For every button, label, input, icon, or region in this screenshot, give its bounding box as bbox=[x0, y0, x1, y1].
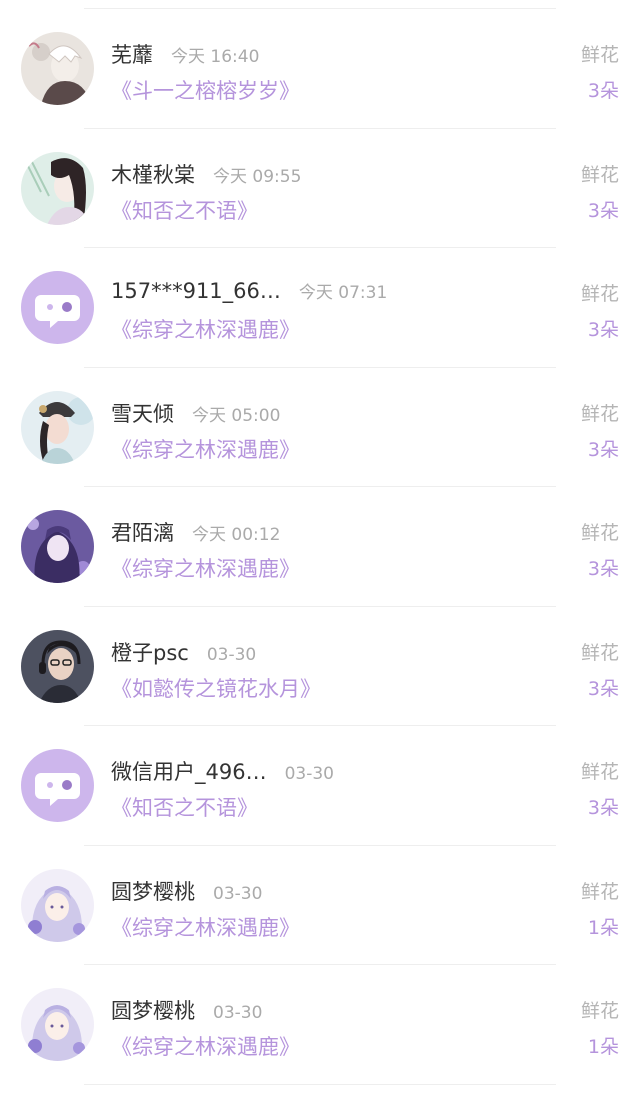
list-item[interactable]: 157***911_66… 今天 07:31 《综穿之林深遇鹿》 鲜花 3朵 bbox=[0, 248, 640, 368]
gift-type: 鲜花 bbox=[580, 44, 619, 66]
user-name[interactable]: 微信用户_496… bbox=[111, 756, 267, 786]
timestamp: 03-30 bbox=[206, 644, 257, 665]
book-title-link[interactable]: 《综穿之林深遇鹿》 bbox=[111, 314, 300, 344]
user-name[interactable]: 芜蘼 bbox=[111, 39, 153, 69]
book-title-link[interactable]: 《综穿之林深遇鹿》 bbox=[111, 1031, 300, 1061]
user-name[interactable]: 橙子psc bbox=[111, 637, 189, 667]
timestamp: 今天 16:40 bbox=[171, 47, 260, 67]
user-photo-icon bbox=[21, 151, 94, 225]
gift-type: 鲜花 bbox=[580, 880, 619, 903]
timestamp: 03-30 bbox=[213, 1003, 263, 1023]
timestamp: 03-30 bbox=[284, 764, 334, 784]
user-photo-icon bbox=[21, 988, 94, 1061]
list-item[interactable]: 芜蘼 今天 16:40 《斗一之榕榕岁岁》 鲜花 3朵 bbox=[0, 9, 640, 129]
timestamp: 今天 00:12 bbox=[192, 525, 281, 545]
list-item[interactable]: 圆梦樱桃 03-30 《综穿之林深遇鹿》 鲜花 1朵 bbox=[0, 846, 640, 966]
gift-type: 鲜花 bbox=[580, 761, 619, 783]
user-photo-icon bbox=[21, 390, 94, 464]
avatar[interactable] bbox=[21, 629, 94, 703]
list-item[interactable]: 圆梦樱桃 03-30 《综穿之林深遇鹿》 鲜花 1朵 bbox=[0, 965, 640, 1085]
gift-type: 鲜花 bbox=[580, 163, 619, 186]
timestamp: 今天 09:55 bbox=[213, 166, 302, 187]
list-item[interactable]: 橙子psc 03-30 《如懿传之镜花水月》 鲜花 3朵 bbox=[0, 607, 640, 727]
book-title-link[interactable]: 《斗一之榕榕岁岁》 bbox=[111, 75, 300, 105]
gift-type: 鲜花 bbox=[580, 402, 619, 425]
user-name[interactable]: 圆梦樱桃 bbox=[111, 995, 195, 1025]
user-name[interactable]: 雪天倾 bbox=[111, 398, 174, 428]
book-title-link[interactable]: 《如懿传之镜花水月》 bbox=[111, 673, 321, 703]
avatar[interactable] bbox=[21, 151, 94, 225]
user-name[interactable]: 圆梦樱桃 bbox=[111, 876, 195, 906]
list-item[interactable]: 雪天倾 今天 05:00 《综穿之林深遇鹿》 鲜花 3朵 bbox=[0, 368, 640, 488]
gift-count: 1朵 bbox=[587, 916, 619, 939]
user-name[interactable]: 木槿秋棠 bbox=[111, 159, 195, 189]
book-title-link[interactable]: 《综穿之林深遇鹿》 bbox=[111, 434, 300, 464]
user-name[interactable]: 157***911_66… bbox=[111, 279, 281, 303]
list-item[interactable]: 微信用户_496… 03-30 《知否之不语》 鲜花 3朵 bbox=[0, 726, 640, 846]
gift-type: 鲜花 bbox=[580, 641, 619, 664]
user-photo-icon bbox=[21, 629, 94, 703]
chat-bubble-icon bbox=[21, 271, 94, 344]
list-item[interactable]: 木槿秋棠 今天 09:55 《知否之不语》 鲜花 3朵 bbox=[0, 129, 640, 249]
gift-count: 1朵 bbox=[587, 1036, 619, 1058]
gift-count: 3朵 bbox=[587, 319, 619, 341]
gift-count: 3朵 bbox=[587, 199, 619, 222]
book-title-link[interactable]: 《知否之不语》 bbox=[111, 195, 258, 225]
gift-count: 3朵 bbox=[587, 80, 619, 102]
timestamp: 03-30 bbox=[213, 883, 263, 904]
avatar[interactable] bbox=[21, 390, 94, 464]
timestamp: 今天 05:00 bbox=[192, 405, 281, 426]
book-title-link[interactable]: 《综穿之林深遇鹿》 bbox=[111, 912, 300, 942]
avatar[interactable] bbox=[21, 749, 94, 822]
user-photo-icon bbox=[21, 32, 94, 105]
timestamp: 今天 07:31 bbox=[298, 283, 388, 303]
gift-count: 3朵 bbox=[587, 558, 619, 580]
flower-gift-list: 芜蘼 今天 16:40 《斗一之榕榕岁岁》 鲜花 3朵 木槿秋棠 今天 09:5… bbox=[0, 9, 640, 1085]
avatar[interactable] bbox=[21, 868, 94, 942]
book-title-link[interactable]: 《知否之不语》 bbox=[111, 792, 258, 822]
gift-count: 3朵 bbox=[587, 438, 619, 461]
avatar[interactable] bbox=[21, 271, 94, 344]
avatar[interactable] bbox=[21, 510, 94, 583]
avatar[interactable] bbox=[21, 988, 94, 1061]
user-photo-icon bbox=[21, 868, 94, 942]
avatar[interactable] bbox=[21, 32, 94, 105]
gift-type: 鲜花 bbox=[580, 522, 619, 544]
gift-count: 3朵 bbox=[587, 797, 619, 819]
chat-bubble-icon bbox=[21, 749, 94, 822]
gift-type: 鲜花 bbox=[580, 283, 619, 305]
gift-type: 鲜花 bbox=[580, 1000, 619, 1022]
user-photo-icon bbox=[21, 510, 94, 583]
list-item[interactable]: 君陌漓 今天 00:12 《综穿之林深遇鹿》 鲜花 3朵 bbox=[0, 487, 640, 607]
gift-count: 3朵 bbox=[587, 677, 619, 700]
book-title-link[interactable]: 《综穿之林深遇鹿》 bbox=[111, 553, 300, 583]
user-name[interactable]: 君陌漓 bbox=[111, 517, 174, 547]
